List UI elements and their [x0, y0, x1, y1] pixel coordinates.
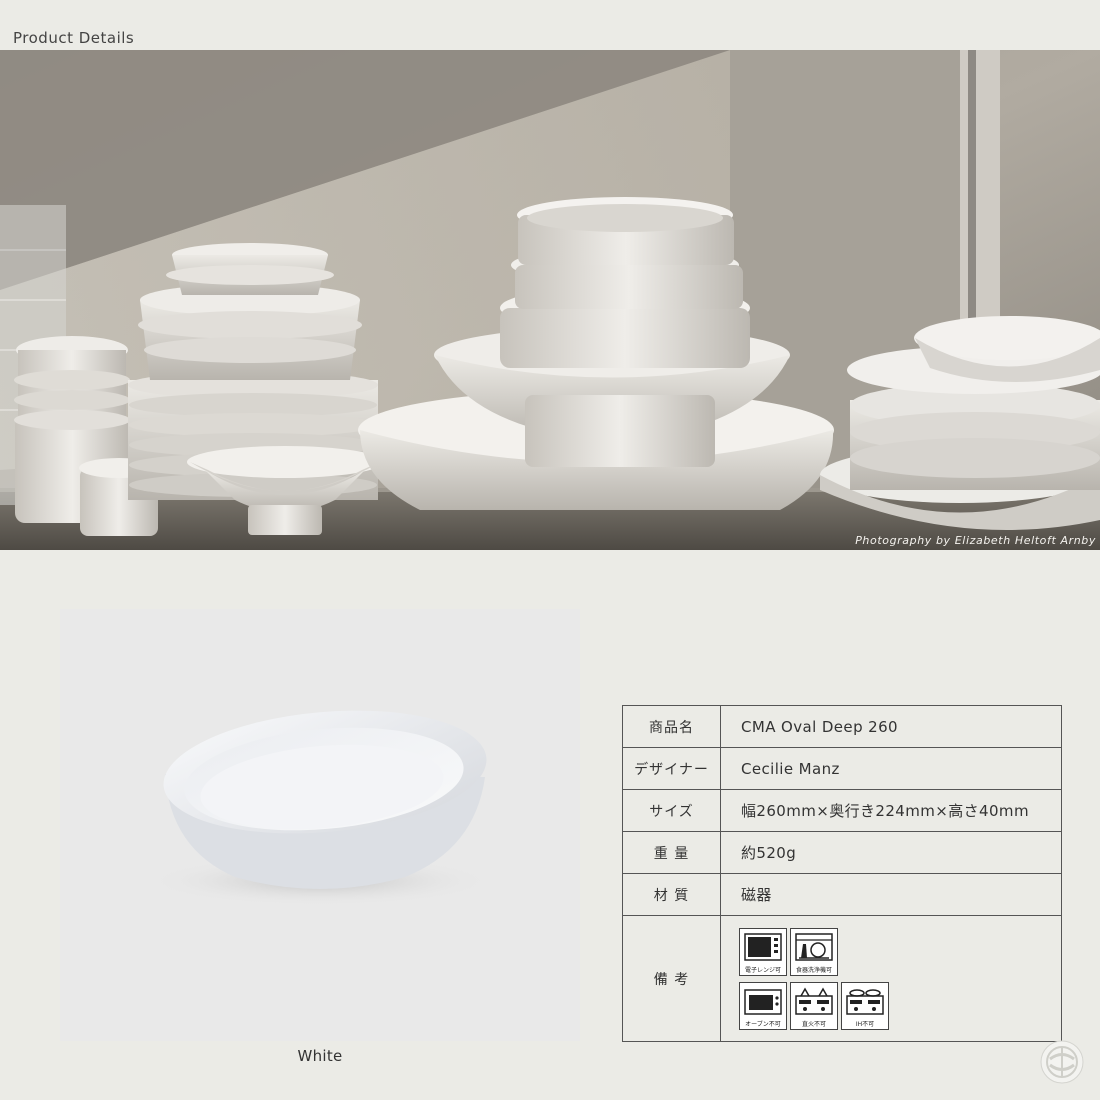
spec-value-size: 幅260mm×奥行き224mm×高さ40mm — [720, 789, 1062, 832]
table-row: 材 質 磁器 — [622, 873, 1062, 916]
spec-value-material: 磁器 — [720, 873, 1062, 916]
color-caption: White — [297, 1047, 343, 1065]
spec-value-weight: 約520g — [720, 831, 1062, 874]
dishwasher-ok-icon: 食器洗浄機可 — [790, 927, 838, 976]
spec-label-size: サイズ — [622, 789, 721, 832]
icon-caption: IH不可 — [855, 1020, 875, 1028]
spec-label-weight: 重 量 — [622, 831, 721, 874]
spec-label-notes: 備 考 — [622, 915, 721, 1042]
brand-logo-icon — [1040, 1040, 1084, 1084]
photo-credit: Photography by Elizabeth Heltoft Arnby — [855, 534, 1096, 547]
spec-label-name: 商品名 — [622, 705, 721, 748]
table-row: サイズ 幅260mm×奥行き224mm×高さ40mm — [622, 789, 1062, 832]
header-label: Product Details — [13, 29, 135, 47]
spec-label-material: 材 質 — [622, 873, 721, 916]
spec-value-notes: 電子レンジ可 食器洗浄機可 オーブン不可 直火不可 IH不可 — [720, 915, 1062, 1042]
ih-not-ok-icon: IH不可 — [841, 981, 889, 1030]
table-row: 備 考 電子レンジ可 食器洗浄機可 オーブン不可 直火不可 IH不可 — [622, 915, 1062, 1042]
table-row: デザイナー Cecilie Manz — [622, 747, 1062, 790]
icon-caption: 直火不可 — [801, 1020, 826, 1028]
spec-label-designer: デザイナー — [622, 747, 721, 790]
specs-table: 商品名 CMA Oval Deep 260 デザイナー Cecilie Manz… — [622, 705, 1062, 1042]
icon-caption: 食器洗浄機可 — [795, 966, 832, 974]
icon-caption: 電子レンジ可 — [744, 966, 781, 974]
direct-fire-not-ok-icon: 直火不可 — [790, 981, 838, 1030]
spec-value-name: CMA Oval Deep 260 — [720, 705, 1062, 748]
care-icons: 電子レンジ可 食器洗浄機可 オーブン不可 直火不可 IH不可 — [739, 927, 1061, 1030]
table-row: 商品名 CMA Oval Deep 260 — [622, 705, 1062, 748]
grid-spacer — [841, 928, 889, 976]
oven-not-ok-icon: オーブン不可 — [739, 981, 787, 1030]
spec-value-designer: Cecilie Manz — [720, 747, 1062, 790]
microwave-ok-icon: 電子レンジ可 — [739, 927, 787, 976]
icon-caption: オーブン不可 — [745, 1020, 781, 1028]
table-row: 重 量 約520g — [622, 831, 1062, 874]
product-photo — [60, 609, 580, 1041]
hero-photo: Photography by Elizabeth Heltoft Arnby — [0, 50, 1100, 550]
